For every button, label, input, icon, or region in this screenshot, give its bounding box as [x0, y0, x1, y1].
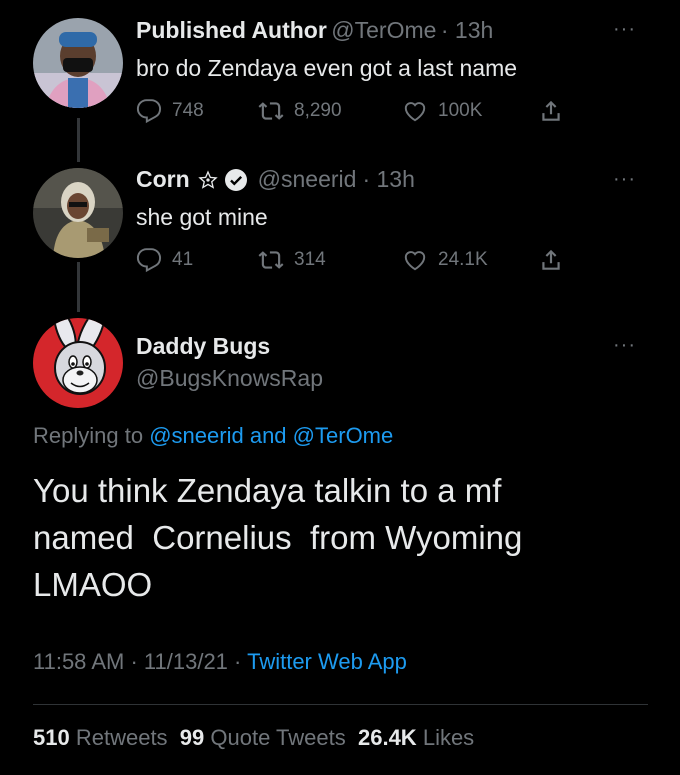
- star-icon: [197, 169, 218, 189]
- share-button[interactable]: [538, 247, 564, 273]
- mention-and[interactable]: and: [250, 423, 287, 448]
- author-handle[interactable]: @TerOme: [331, 17, 436, 43]
- tweet-time[interactable]: 11:58 AM: [33, 649, 124, 674]
- retweet-icon: [258, 251, 284, 269]
- reply-button[interactable]: 748: [136, 98, 204, 124]
- verified-badge-icon: [224, 168, 247, 191]
- retweet-button[interactable]: 8,290: [258, 98, 342, 124]
- tweet-text: bro do Zendaya even got a last name: [136, 55, 518, 81]
- tweet-text-line: You think Zendaya talkin to a mf: [33, 472, 502, 509]
- author-name[interactable]: Published Author: [136, 17, 327, 43]
- tweet-text-line: LMAOO: [33, 566, 153, 603]
- retweet-count: 8,290: [294, 100, 342, 121]
- like-count: 100K: [438, 100, 483, 121]
- replying-to-label: Replying to: [33, 423, 144, 448]
- heart-icon: [404, 102, 426, 122]
- author-name[interactable]: Corn: [136, 166, 190, 193]
- mention-link[interactable]: @sneerid: [149, 423, 244, 448]
- share-icon: [542, 249, 560, 270]
- like-count: 24.1K: [438, 249, 488, 270]
- retweet-icon: [258, 102, 284, 120]
- engagement-stats: 510 Retweets 99 Quote Tweets 26.4K Likes: [33, 725, 474, 751]
- avatar[interactable]: [33, 168, 123, 258]
- reply-button[interactable]: 41: [136, 247, 193, 273]
- author-handle[interactable]: @BugsKnowsRap: [136, 365, 323, 392]
- source-app-link[interactable]: Twitter Web App: [247, 649, 407, 674]
- reply-count: 41: [172, 249, 194, 270]
- tweet-time[interactable]: · 13h: [441, 17, 493, 43]
- mention-link[interactable]: @TerOme: [293, 423, 394, 448]
- author-handle[interactable]: @sneerid: [258, 166, 357, 193]
- like-button[interactable]: 24.1K: [402, 247, 488, 273]
- retweets-stat[interactable]: 510 Retweets: [33, 725, 168, 750]
- more-options-icon[interactable]: ···: [613, 334, 636, 357]
- reply-icon: [136, 99, 162, 124]
- more-options-icon[interactable]: ···: [613, 18, 636, 41]
- heart-icon: [404, 251, 426, 271]
- likes-stat[interactable]: 26.4K Likes: [358, 725, 474, 750]
- tweet-meta: 11:58 AM · 11/13/21 · Twitter Web App: [33, 649, 407, 674]
- author-name[interactable]: Daddy Bugs: [136, 333, 270, 360]
- tweet-time[interactable]: · 13h: [362, 166, 414, 193]
- reply-icon: [136, 248, 162, 273]
- quote-tweets-stat[interactable]: 99 Quote Tweets: [180, 725, 346, 750]
- avatar[interactable]: [33, 318, 123, 408]
- divider: [33, 704, 648, 705]
- tweet-text: she got mine: [136, 204, 268, 230]
- retweet-button[interactable]: 314: [258, 247, 326, 273]
- thread-line: [77, 262, 80, 312]
- replying-to: Replying to @sneerid and @TerOme: [33, 423, 393, 449]
- tweet-text-line: named Cornelius from Wyoming: [33, 519, 523, 556]
- more-options-icon[interactable]: ···: [613, 168, 636, 191]
- reply-count: 748: [172, 100, 204, 121]
- retweet-count: 314: [294, 249, 326, 270]
- tweet-date[interactable]: 11/13/21: [144, 649, 228, 674]
- share-button[interactable]: [538, 98, 564, 124]
- thread-line: [77, 118, 80, 162]
- like-button[interactable]: 100K: [402, 98, 482, 124]
- share-icon: [542, 100, 560, 121]
- tweet-text: You think Zendaya talkin to a mf named C…: [33, 467, 633, 608]
- avatar[interactable]: [33, 18, 123, 108]
